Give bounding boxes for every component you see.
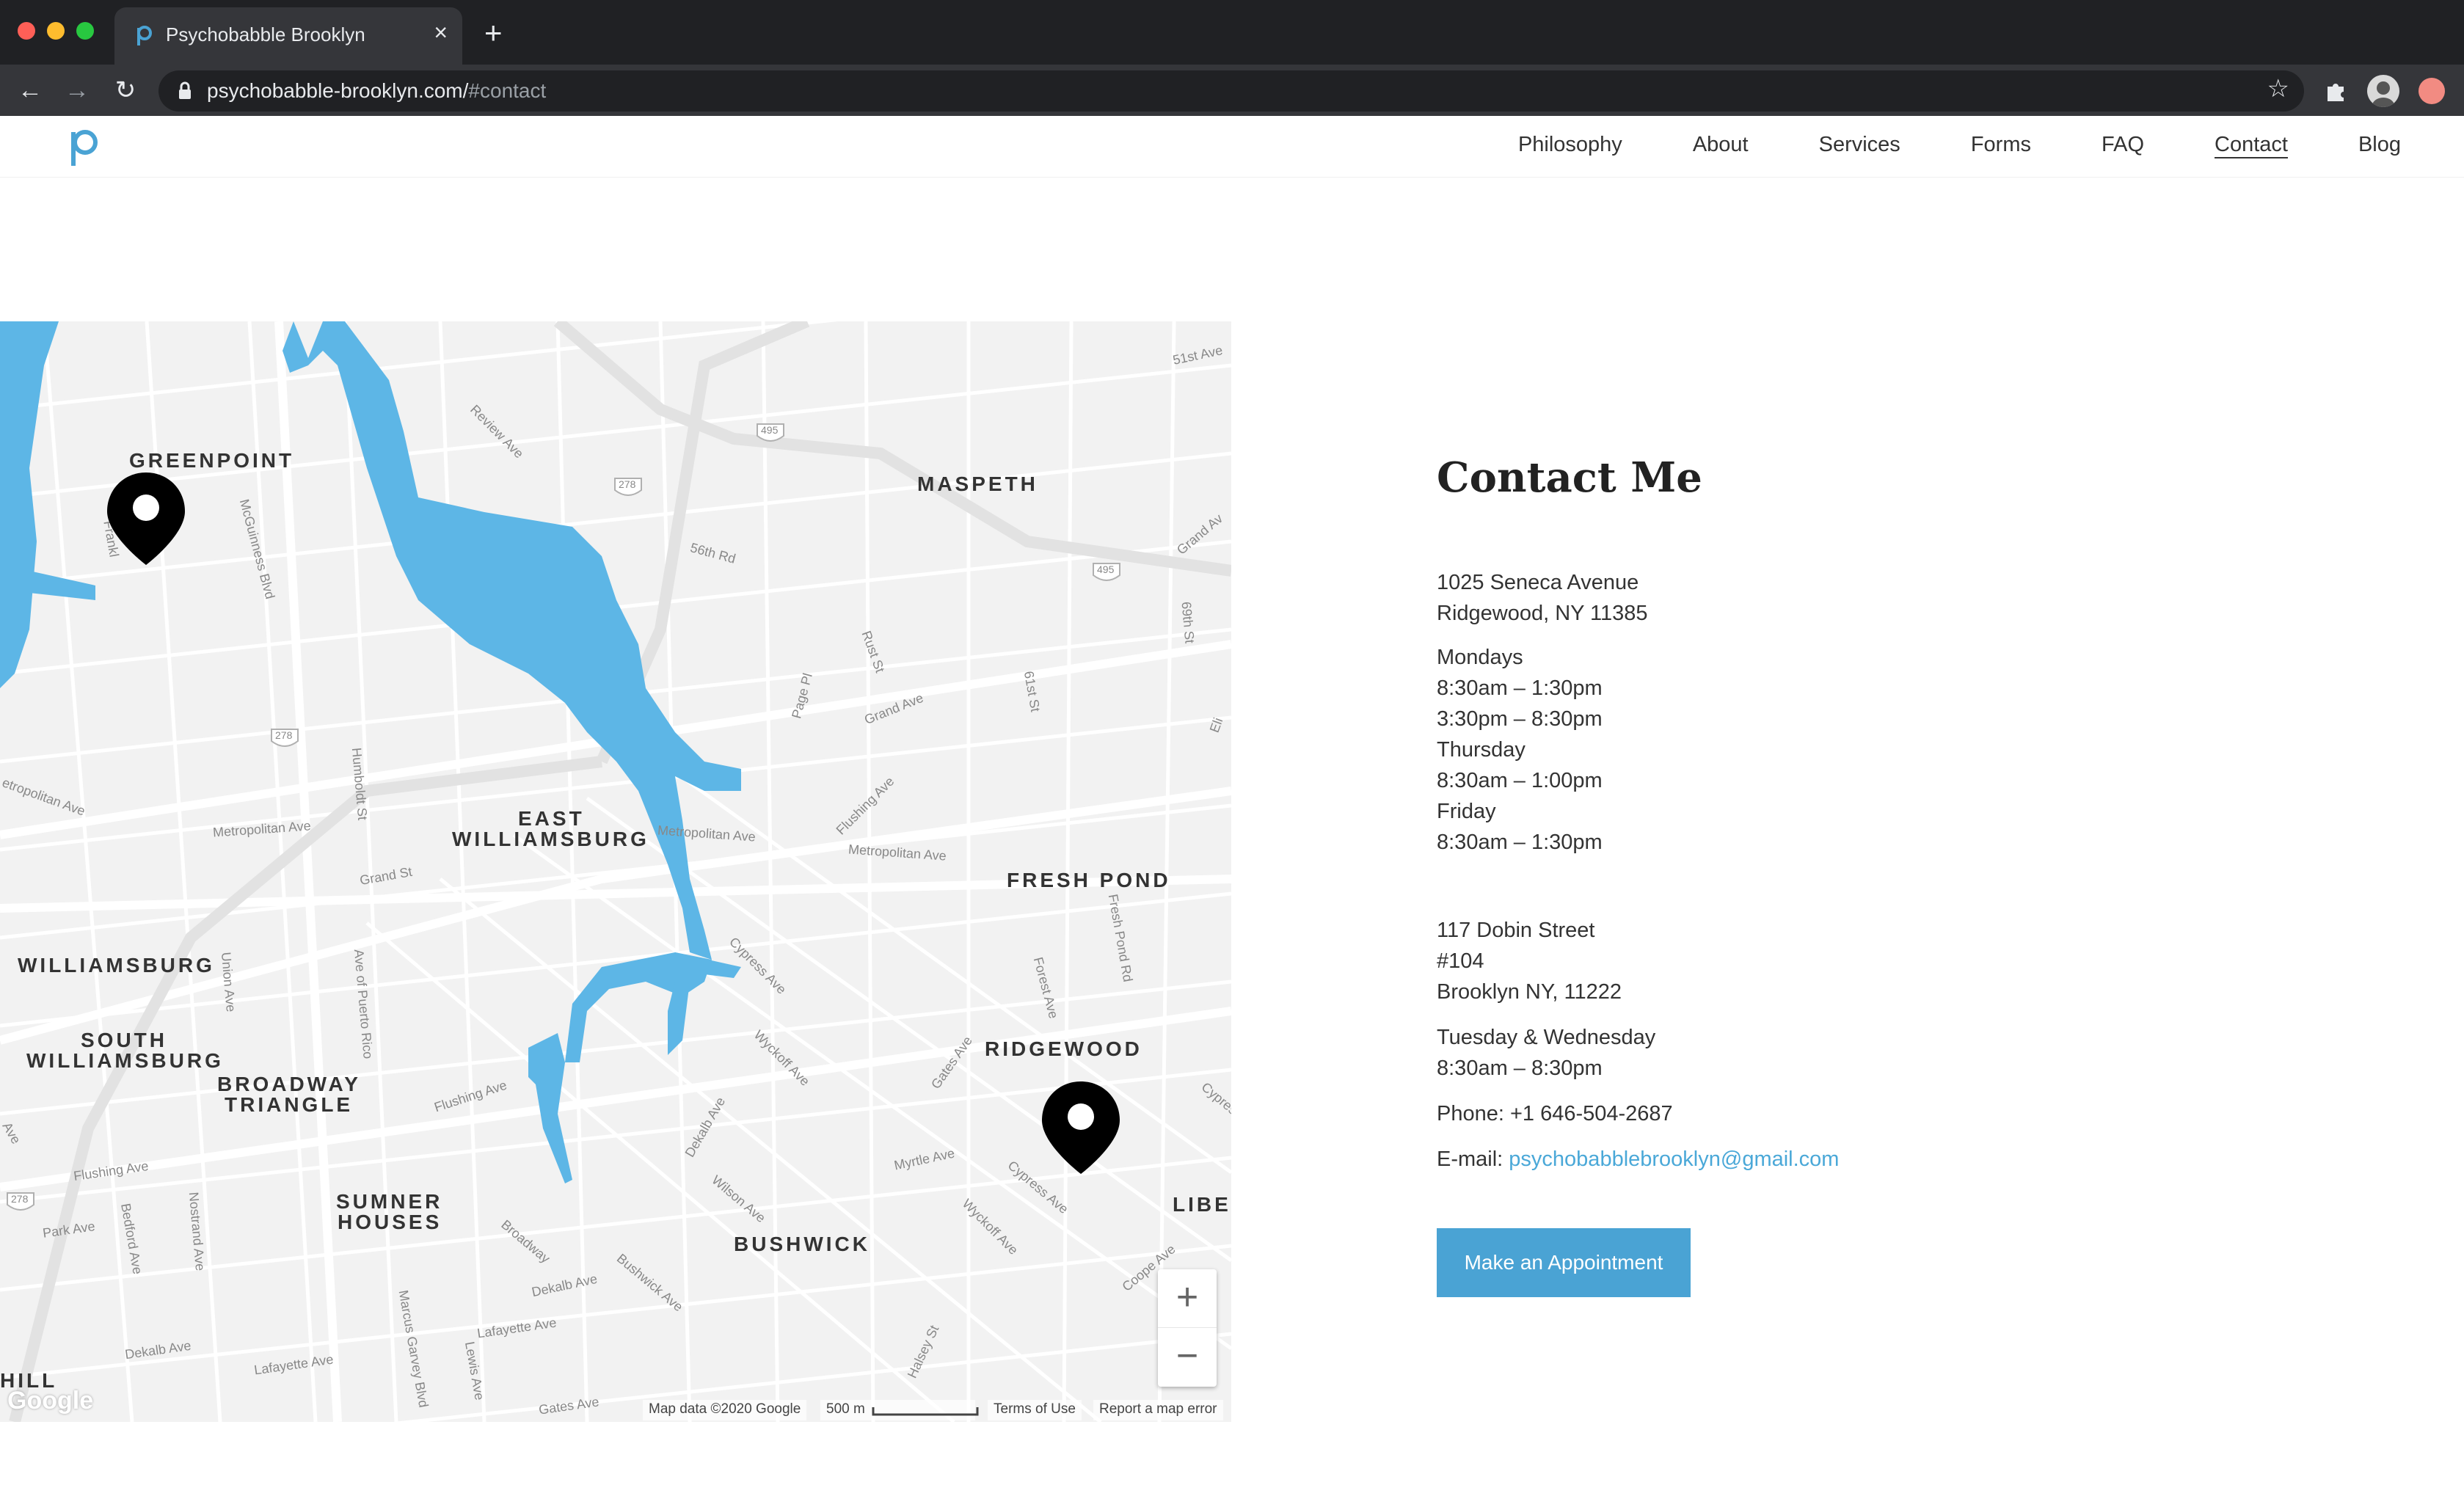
close-tab-icon[interactable]: × <box>434 21 448 44</box>
area-label: EAST <box>518 807 585 830</box>
area-label: MASPETH <box>917 472 1038 495</box>
address-street: 117 Dobin Street <box>1437 919 1595 942</box>
address-city: Brooklyn NY, 11222 <box>1437 980 1622 1004</box>
google-logo[interactable]: Google <box>7 1387 93 1415</box>
address-suite: #104 <box>1437 949 1484 973</box>
site-header: Philosophy About Services Forms FAQ Cont… <box>0 116 2464 178</box>
map-zoom-control: + − <box>1158 1269 1217 1387</box>
area-label: LIBE <box>1173 1193 1231 1216</box>
browser-toolbar: ← → ↻ psychobabble-brooklyn.com/#contact… <box>0 65 2464 116</box>
hours-day: Mondays <box>1437 646 1523 669</box>
area-label: SUMNER <box>336 1190 443 1213</box>
google-map[interactable]: 278 495 495 278 278 GREENPOINT MASPETH E… <box>0 321 1231 1422</box>
highway-shield-278: 278 <box>275 729 293 741</box>
new-tab-button[interactable]: + <box>484 18 503 48</box>
area-label: RIDGEWOOD <box>985 1037 1142 1060</box>
nav-services[interactable]: Services <box>1819 126 1900 163</box>
area-label: WILLIAMSBURG <box>26 1049 224 1072</box>
update-icon[interactable] <box>2419 78 2445 104</box>
area-label: BROADWAY <box>217 1073 361 1095</box>
browser-tab[interactable]: Psychobabble Brooklyn × <box>114 7 462 65</box>
area-label: FRESH POND <box>1007 869 1171 891</box>
back-button[interactable]: ← <box>12 72 48 109</box>
close-window-button[interactable] <box>18 22 35 40</box>
address-city: Ridgewood, NY 11385 <box>1437 602 1648 625</box>
psychobabble-logo-icon[interactable] <box>68 126 98 167</box>
highway-shield-495: 495 <box>761 424 779 436</box>
nav-blog[interactable]: Blog <box>2358 126 2401 163</box>
bookmark-star-icon[interactable]: ☆ <box>2267 76 2289 101</box>
nav-faq[interactable]: FAQ <box>2102 126 2144 163</box>
lock-icon <box>179 81 191 99</box>
nav-philosophy[interactable]: Philosophy <box>1518 126 1622 163</box>
area-label: GREENPOINT <box>129 449 295 472</box>
site-favicon-icon <box>137 26 152 45</box>
main-nav: Philosophy About Services Forms FAQ Cont… <box>1448 126 2401 163</box>
terms-of-use-link[interactable]: Terms of Use <box>988 1400 1082 1420</box>
page-title: Contact Me <box>1437 453 1702 502</box>
maximize-window-button[interactable] <box>76 22 94 40</box>
hours-day: Thursday <box>1437 738 1526 762</box>
zoom-in-button[interactable]: + <box>1158 1269 1217 1328</box>
forward-button[interactable]: → <box>59 72 95 109</box>
extensions-puzzle-icon[interactable] <box>2323 78 2350 104</box>
report-map-error-link[interactable]: Report a map error <box>1093 1400 1223 1420</box>
make-appointment-button[interactable]: Make an Appointment <box>1437 1228 1691 1297</box>
minimize-window-button[interactable] <box>47 22 65 40</box>
hours-day: Tuesday & Wednesday <box>1437 1026 1656 1049</box>
profile-person-icon <box>2372 81 2394 107</box>
zoom-out-button[interactable]: − <box>1158 1328 1217 1387</box>
email-link[interactable]: psychobabblebrooklyn@gmail.com <box>1509 1147 1839 1171</box>
scale-bar-icon <box>872 1407 979 1416</box>
reload-button[interactable]: ↻ <box>107 72 144 109</box>
nav-contact[interactable]: Contact <box>2215 126 2288 163</box>
highway-shield-278: 278 <box>11 1193 29 1205</box>
location-pin-icon[interactable] <box>107 472 185 565</box>
tab-title: Psychobabble Brooklyn <box>166 23 365 45</box>
hours-time: 8:30am – 8:30pm <box>1437 1057 1603 1080</box>
browser-tab-bar: Psychobabble Brooklyn × + <box>0 0 2464 65</box>
area-label: HOUSES <box>338 1211 442 1233</box>
map-attribution: Map data ©2020 Google <box>643 1400 807 1420</box>
area-label: WILLIAMSBURG <box>452 828 649 850</box>
phone-number: Phone: +1 646-504-2687 <box>1437 1102 1673 1125</box>
email-line: E-mail: psychobabblebrooklyn@gmail.com <box>1437 1147 1839 1172</box>
address-street: 1025 Seneca Avenue <box>1437 571 1639 594</box>
hours-time: 3:30pm – 8:30pm <box>1437 707 1603 731</box>
nav-forms[interactable]: Forms <box>1971 126 2031 163</box>
area-label: WILLIAMSBURG <box>18 954 215 977</box>
hours-time: 8:30am – 1:30pm <box>1437 676 1603 700</box>
hours-time: 8:30am – 1:00pm <box>1437 769 1603 792</box>
url-text: psychobabble-brooklyn.com/#contact <box>207 79 547 102</box>
location-pin-icon[interactable] <box>1042 1081 1120 1174</box>
address-bar[interactable]: psychobabble-brooklyn.com/#contact ☆ <box>158 70 2304 112</box>
nav-about[interactable]: About <box>1693 126 1749 163</box>
hours-time: 8:30am – 1:30pm <box>1437 831 1603 854</box>
area-label: BUSHWICK <box>734 1233 870 1255</box>
email-label: E-mail: <box>1437 1147 1509 1171</box>
area-label: TRIANGLE <box>225 1093 354 1116</box>
hours-day: Friday <box>1437 800 1496 823</box>
highway-shield-495: 495 <box>1097 563 1115 575</box>
profile-avatar[interactable] <box>2367 75 2399 107</box>
area-label: SOUTH <box>81 1029 167 1051</box>
highway-shield-278: 278 <box>619 478 636 490</box>
